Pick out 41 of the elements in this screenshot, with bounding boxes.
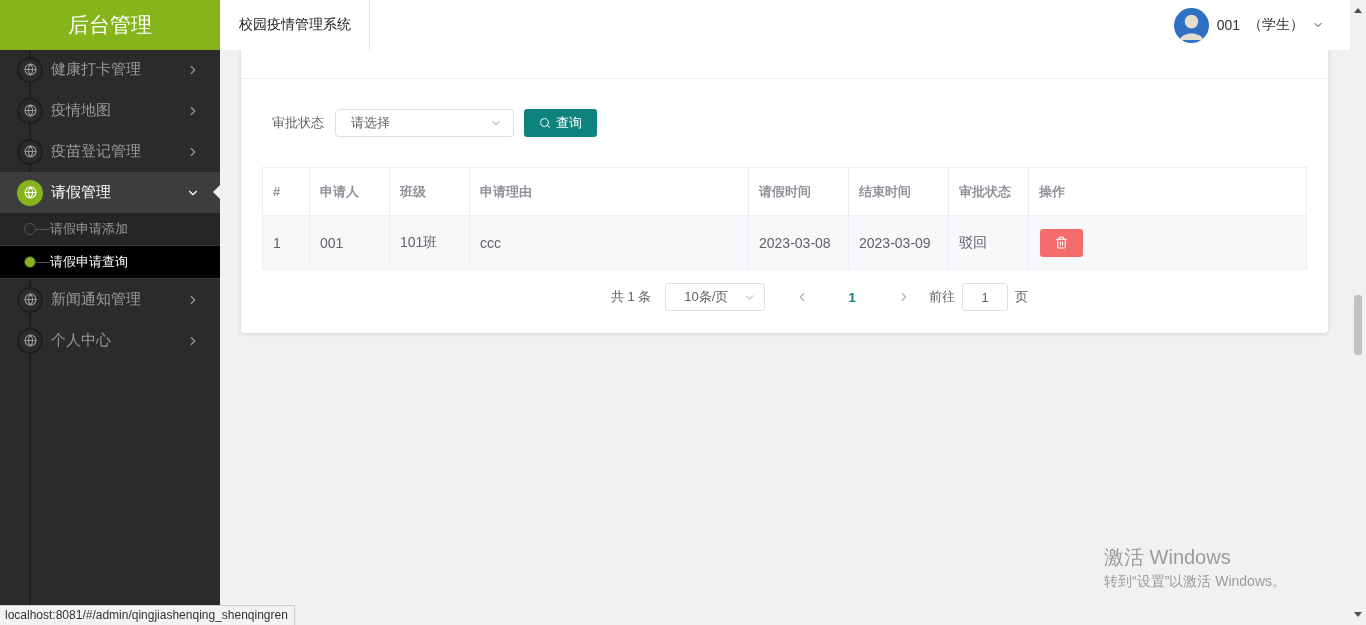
- menu-item[interactable]: 疫苗登记管理: [0, 131, 220, 172]
- goto-label: 前往: [929, 288, 956, 306]
- globe-icon: [23, 334, 37, 347]
- globe-icon: [23, 104, 37, 117]
- user-role[interactable]: （学生）: [1248, 16, 1304, 34]
- globe-icon: [23, 293, 37, 306]
- delete-button[interactable]: [1040, 228, 1083, 257]
- globe-icon: [23, 63, 37, 76]
- app-title: 后台管理: [0, 0, 220, 50]
- submenu-item[interactable]: 请假申请添加: [50, 220, 128, 238]
- table-cell: 001: [310, 216, 390, 269]
- menu-item[interactable]: 请假管理: [0, 172, 220, 213]
- search-button[interactable]: 查询: [524, 109, 597, 137]
- filter-label: 审批状态: [272, 114, 324, 132]
- globe-icon: [23, 145, 37, 158]
- table-cell: ccc: [470, 216, 749, 269]
- menu-item[interactable]: 健康打卡管理: [0, 49, 220, 90]
- activation-text: 转到“设置”以激活 Windows。: [1104, 573, 1286, 591]
- menu-item[interactable]: 新闻通知管理: [0, 279, 220, 320]
- table-cell: 2023-03-08: [749, 216, 849, 269]
- page-number[interactable]: 1: [837, 283, 868, 311]
- page-size-select[interactable]: 10条/页: [665, 283, 766, 311]
- tree-node-icon: [24, 256, 36, 268]
- trash-icon: [1055, 236, 1068, 249]
- menu-item[interactable]: 疫情地图: [0, 90, 220, 131]
- table-cell: 2023-03-09: [849, 216, 949, 269]
- total-count: 共 1 条: [610, 288, 652, 306]
- page-suffix: 页: [1015, 288, 1029, 306]
- user-name[interactable]: 001: [1216, 17, 1240, 33]
- table-cell: 101班: [390, 216, 470, 269]
- search-icon: [539, 117, 551, 129]
- table-cell: 1: [263, 216, 310, 269]
- status-select[interactable]: 请选择: [335, 109, 514, 137]
- page-input[interactable]: 1: [962, 283, 1009, 311]
- activation-title: 激活 Windows: [1104, 545, 1232, 570]
- menu-item[interactable]: 个人中心: [0, 320, 220, 361]
- status-bar: localhost:8081/#/admin/qingjiashenqing_shenqingren: [0, 605, 295, 625]
- avatar[interactable]: [1173, 7, 1209, 43]
- submenu-item[interactable]: 请假申请查询: [50, 253, 128, 271]
- table-cell: 驳回: [949, 216, 1029, 269]
- globe-icon: [23, 186, 37, 199]
